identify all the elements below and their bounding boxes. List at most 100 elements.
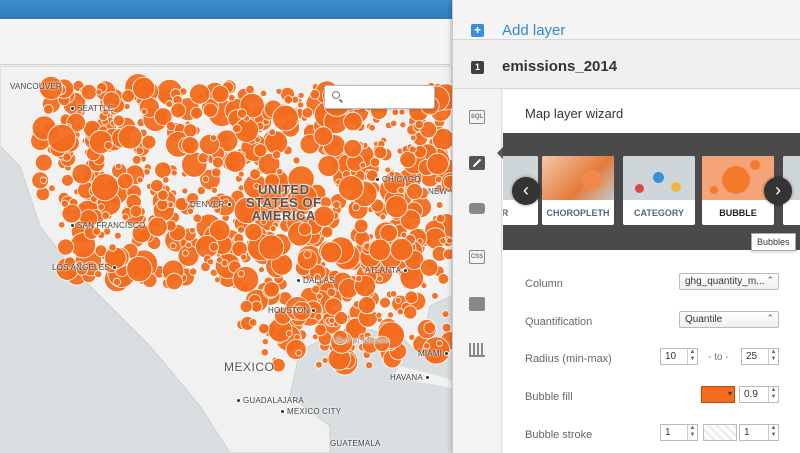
layer-name[interactable]: emissions_2014 xyxy=(502,58,617,75)
emission-bubble[interactable] xyxy=(297,91,305,99)
emission-bubble[interactable] xyxy=(292,156,301,165)
emission-bubble[interactable] xyxy=(315,360,323,369)
carousel-prev-button[interactable]: ‹ xyxy=(512,177,540,205)
emission-bubble[interactable] xyxy=(239,299,253,313)
emission-bubble[interactable] xyxy=(189,83,211,105)
emission-bubble[interactable] xyxy=(437,273,450,285)
stepper-icon[interactable]: ▲ ▼ xyxy=(768,349,778,364)
legend-icon[interactable] xyxy=(469,297,485,311)
layer-header[interactable]: 1 emissions_2014 xyxy=(453,40,800,89)
emission-bubble[interactable] xyxy=(236,225,245,234)
emission-bubble[interactable] xyxy=(317,155,340,178)
emission-bubble[interactable] xyxy=(313,126,334,146)
emission-bubble[interactable] xyxy=(132,76,156,100)
emission-bubble[interactable] xyxy=(237,269,245,278)
emission-bubble[interactable] xyxy=(208,241,219,252)
emission-bubble[interactable] xyxy=(414,119,425,130)
emission-bubble[interactable] xyxy=(441,310,450,319)
emission-bubble[interactable] xyxy=(154,161,172,179)
emission-bubble[interactable] xyxy=(376,275,384,283)
emission-bubble[interactable] xyxy=(441,322,452,333)
emission-bubble[interactable] xyxy=(297,222,312,237)
emission-bubble[interactable] xyxy=(220,259,229,267)
emission-bubble[interactable] xyxy=(269,225,277,233)
emission-bubble[interactable] xyxy=(211,85,230,104)
emission-bubble[interactable] xyxy=(103,140,113,150)
emission-bubble[interactable] xyxy=(232,123,242,134)
emission-bubble[interactable] xyxy=(379,296,391,309)
emission-bubble[interactable] xyxy=(332,200,341,209)
emission-bubble[interactable] xyxy=(48,184,56,192)
emission-bubble[interactable] xyxy=(321,356,329,364)
emission-bubble[interactable] xyxy=(311,284,321,294)
emission-bubble[interactable] xyxy=(181,187,189,195)
emission-bubble[interactable] xyxy=(95,88,103,96)
emission-bubble[interactable] xyxy=(211,167,222,178)
emission-bubble[interactable] xyxy=(169,242,177,250)
emission-bubble[interactable] xyxy=(389,238,414,262)
emission-bubble[interactable] xyxy=(249,168,261,180)
emission-bubble[interactable] xyxy=(47,123,77,153)
emission-bubble[interactable] xyxy=(258,323,270,335)
emission-bubble[interactable] xyxy=(275,87,283,95)
emission-bubble[interactable] xyxy=(108,243,117,252)
emission-bubble[interactable] xyxy=(181,249,189,257)
emission-bubble[interactable] xyxy=(202,102,218,118)
emission-bubble[interactable] xyxy=(359,161,367,169)
emission-bubble[interactable] xyxy=(263,281,280,298)
emission-bubble[interactable] xyxy=(61,174,74,187)
emission-bubble[interactable] xyxy=(170,169,178,177)
emission-bubble[interactable] xyxy=(301,107,314,119)
emission-bubble[interactable] xyxy=(245,84,255,95)
emission-bubble[interactable] xyxy=(35,186,51,202)
emission-bubble[interactable] xyxy=(434,175,443,184)
viz-card-choropleth[interactable]: CHOROPLETH xyxy=(542,156,614,225)
emission-bubble[interactable] xyxy=(213,276,221,284)
emission-bubble[interactable] xyxy=(275,167,284,176)
emission-bubble[interactable] xyxy=(141,134,157,150)
emission-bubble[interactable] xyxy=(135,146,145,156)
filters-icon[interactable] xyxy=(469,343,485,357)
emission-bubble[interactable] xyxy=(443,248,452,261)
emission-bubble[interactable] xyxy=(431,292,439,300)
emission-bubble[interactable] xyxy=(408,333,416,341)
emission-bubble[interactable] xyxy=(399,121,407,129)
emission-bubble[interactable] xyxy=(71,163,93,185)
emission-bubble[interactable] xyxy=(420,258,439,277)
emission-bubble[interactable] xyxy=(314,323,327,337)
radius-min-input[interactable]: 10 ▲ ▼ xyxy=(660,348,698,365)
infowindow-icon[interactable] xyxy=(469,203,485,214)
emission-bubble[interactable] xyxy=(80,84,98,101)
stepper-icon[interactable]: ▲ ▼ xyxy=(768,425,778,440)
emission-bubble[interactable] xyxy=(268,128,277,137)
emission-bubble[interactable] xyxy=(129,205,143,218)
emission-bubble[interactable] xyxy=(209,134,218,142)
emission-bubble[interactable] xyxy=(253,143,268,158)
emission-bubble[interactable] xyxy=(368,124,376,132)
emission-bubble[interactable] xyxy=(426,152,449,176)
emission-bubble[interactable] xyxy=(237,170,245,178)
emission-bubble[interactable] xyxy=(271,150,282,160)
quantification-select[interactable]: Quantile xyxy=(679,311,779,328)
emission-bubble[interactable] xyxy=(207,258,215,266)
emission-bubble[interactable] xyxy=(188,226,196,234)
emission-bubble[interactable] xyxy=(165,121,176,132)
emission-bubble[interactable] xyxy=(368,238,392,262)
emission-bubble[interactable] xyxy=(34,153,53,172)
emission-bubble[interactable] xyxy=(97,203,105,211)
emission-bubble[interactable] xyxy=(261,337,269,346)
emission-bubble[interactable] xyxy=(343,111,363,132)
emission-bubble[interactable] xyxy=(162,176,170,184)
emission-bubble[interactable] xyxy=(189,267,198,276)
emission-bubble[interactable] xyxy=(389,290,398,298)
emission-bubble[interactable] xyxy=(114,231,122,240)
emission-bubble[interactable] xyxy=(297,101,305,109)
stepper-icon[interactable]: ▲ ▼ xyxy=(687,349,697,364)
emission-bubble[interactable] xyxy=(309,88,321,100)
emission-bubble[interactable] xyxy=(285,330,293,337)
emission-bubble[interactable] xyxy=(351,202,361,212)
emission-bubble[interactable] xyxy=(170,102,187,119)
fill-opacity-input[interactable]: 0.9 ▲ ▼ xyxy=(739,386,779,403)
emission-bubble[interactable] xyxy=(117,124,143,150)
emission-bubble[interactable] xyxy=(343,138,363,158)
